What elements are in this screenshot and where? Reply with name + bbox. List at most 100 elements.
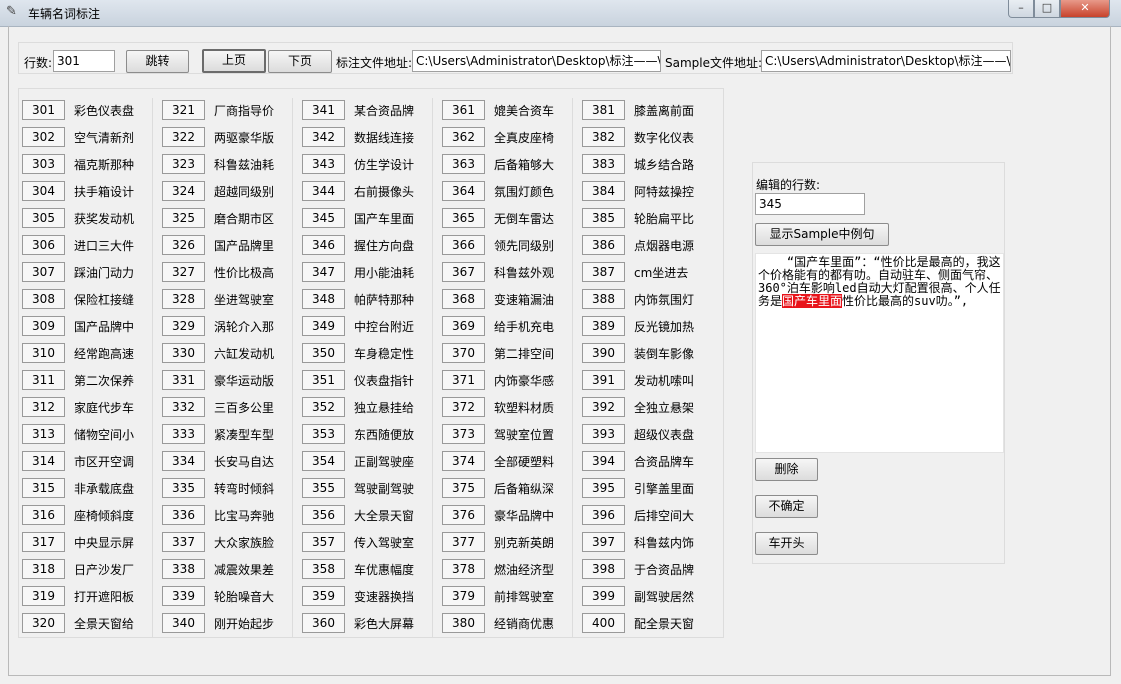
row-number-box[interactable]: 349	[302, 316, 345, 336]
annotation-path-input[interactable]: C:\Users\Administrator\Desktop\标注——\	[412, 50, 661, 72]
row-number-box[interactable]: 398	[582, 559, 625, 579]
row-number-box[interactable]: 354	[302, 451, 345, 471]
row-number-box[interactable]: 375	[442, 478, 485, 498]
row-number-box[interactable]: 303	[22, 154, 65, 174]
row-number-box[interactable]: 336	[162, 505, 205, 525]
row-number-box[interactable]: 382	[582, 127, 625, 147]
row-number-box[interactable]: 379	[442, 586, 485, 606]
row-number-box[interactable]: 358	[302, 559, 345, 579]
row-number-box[interactable]: 378	[442, 559, 485, 579]
row-number-box[interactable]: 340	[162, 613, 205, 633]
row-number-box[interactable]: 385	[582, 208, 625, 228]
row-number-box[interactable]: 334	[162, 451, 205, 471]
next-page-button[interactable]: 下页	[268, 50, 332, 73]
row-number-box[interactable]: 337	[162, 532, 205, 552]
row-number-box[interactable]: 393	[582, 424, 625, 444]
row-number-box[interactable]: 319	[22, 586, 65, 606]
row-number-box[interactable]: 399	[582, 586, 625, 606]
row-count-input[interactable]: 301	[53, 50, 115, 72]
row-number-box[interactable]: 333	[162, 424, 205, 444]
row-number-box[interactable]: 383	[582, 154, 625, 174]
row-number-box[interactable]: 368	[442, 289, 485, 309]
row-number-box[interactable]: 346	[302, 235, 345, 255]
close-button[interactable]: ✕	[1060, 0, 1110, 18]
row-number-box[interactable]: 305	[22, 208, 65, 228]
row-number-box[interactable]: 387	[582, 262, 625, 282]
row-number-box[interactable]: 386	[582, 235, 625, 255]
row-number-box[interactable]: 369	[442, 316, 485, 336]
row-number-box[interactable]: 390	[582, 343, 625, 363]
row-number-box[interactable]: 312	[22, 397, 65, 417]
row-number-box[interactable]: 313	[22, 424, 65, 444]
row-number-box[interactable]: 367	[442, 262, 485, 282]
row-number-box[interactable]: 394	[582, 451, 625, 471]
edit-row-input[interactable]: 345	[755, 193, 865, 215]
row-number-box[interactable]: 377	[442, 532, 485, 552]
row-number-box[interactable]: 330	[162, 343, 205, 363]
row-number-box[interactable]: 356	[302, 505, 345, 525]
row-number-box[interactable]: 310	[22, 343, 65, 363]
row-number-box[interactable]: 314	[22, 451, 65, 471]
row-number-box[interactable]: 327	[162, 262, 205, 282]
row-number-box[interactable]: 304	[22, 181, 65, 201]
row-number-box[interactable]: 331	[162, 370, 205, 390]
row-number-box[interactable]: 397	[582, 532, 625, 552]
row-number-box[interactable]: 347	[302, 262, 345, 282]
row-number-box[interactable]: 321	[162, 100, 205, 120]
maximize-button[interactable]: □	[1034, 0, 1060, 18]
row-number-box[interactable]: 315	[22, 478, 65, 498]
row-number-box[interactable]: 306	[22, 235, 65, 255]
row-number-box[interactable]: 351	[302, 370, 345, 390]
row-number-box[interactable]: 339	[162, 586, 205, 606]
row-number-box[interactable]: 389	[582, 316, 625, 336]
row-number-box[interactable]: 353	[302, 424, 345, 444]
row-number-box[interactable]: 360	[302, 613, 345, 633]
row-number-box[interactable]: 322	[162, 127, 205, 147]
row-number-box[interactable]: 395	[582, 478, 625, 498]
row-number-box[interactable]: 318	[22, 559, 65, 579]
row-number-box[interactable]: 380	[442, 613, 485, 633]
row-number-box[interactable]: 335	[162, 478, 205, 498]
row-number-box[interactable]: 372	[442, 397, 485, 417]
delete-button[interactable]: 删除	[755, 458, 818, 481]
show-sample-button[interactable]: 显示Sample中例句	[755, 223, 889, 246]
row-number-box[interactable]: 396	[582, 505, 625, 525]
row-number-box[interactable]: 308	[22, 289, 65, 309]
prev-page-button[interactable]: 上页	[202, 49, 266, 73]
row-number-box[interactable]: 392	[582, 397, 625, 417]
row-number-box[interactable]: 381	[582, 100, 625, 120]
row-number-box[interactable]: 371	[442, 370, 485, 390]
row-number-box[interactable]: 365	[442, 208, 485, 228]
row-number-box[interactable]: 311	[22, 370, 65, 390]
car-head-button[interactable]: 车开头	[755, 532, 818, 555]
row-number-box[interactable]: 366	[442, 235, 485, 255]
row-number-box[interactable]: 384	[582, 181, 625, 201]
row-number-box[interactable]: 361	[442, 100, 485, 120]
row-number-box[interactable]: 326	[162, 235, 205, 255]
row-number-box[interactable]: 317	[22, 532, 65, 552]
row-number-box[interactable]: 357	[302, 532, 345, 552]
row-number-box[interactable]: 348	[302, 289, 345, 309]
row-number-box[interactable]: 320	[22, 613, 65, 633]
row-number-box[interactable]: 355	[302, 478, 345, 498]
row-number-box[interactable]: 370	[442, 343, 485, 363]
row-number-box[interactable]: 329	[162, 316, 205, 336]
row-number-box[interactable]: 332	[162, 397, 205, 417]
row-number-box[interactable]: 342	[302, 127, 345, 147]
row-number-box[interactable]: 341	[302, 100, 345, 120]
row-number-box[interactable]: 307	[22, 262, 65, 282]
row-number-box[interactable]: 363	[442, 154, 485, 174]
row-number-box[interactable]: 391	[582, 370, 625, 390]
row-number-box[interactable]: 373	[442, 424, 485, 444]
sample-text-area[interactable]: “国产车里面”：“性价比是最高的，我这个价格能有的都有叻。自动驻车、侧面气帘、3…	[755, 253, 1004, 453]
row-number-box[interactable]: 302	[22, 127, 65, 147]
row-number-box[interactable]: 325	[162, 208, 205, 228]
jump-button[interactable]: 跳转	[126, 50, 189, 73]
row-number-box[interactable]: 388	[582, 289, 625, 309]
row-number-box[interactable]: 364	[442, 181, 485, 201]
row-number-box[interactable]: 309	[22, 316, 65, 336]
row-number-box[interactable]: 350	[302, 343, 345, 363]
row-number-box[interactable]: 328	[162, 289, 205, 309]
uncertain-button[interactable]: 不确定	[755, 495, 818, 518]
row-number-box[interactable]: 362	[442, 127, 485, 147]
